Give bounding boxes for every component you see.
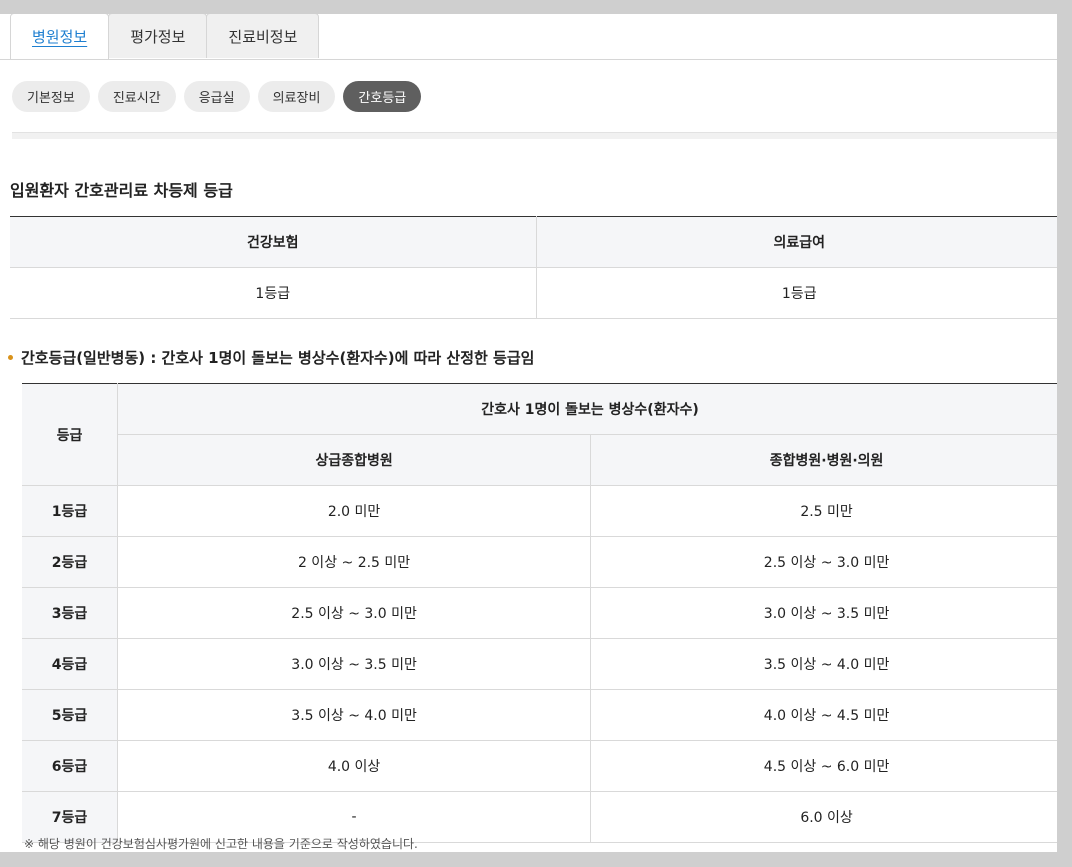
row-value-general: 2.5 이상 ~ 3.0 미만 bbox=[590, 536, 1057, 588]
main-tab-bar: 병원정보 평가정보 진료비정보 bbox=[10, 14, 320, 59]
row-value-tertiary: 3.5 이상 ~ 4.0 미만 bbox=[117, 689, 592, 741]
table-row: 5등급 3.5 이상 ~ 4.0 미만 4.0 이상 ~ 4.5 미만 bbox=[22, 689, 1057, 741]
tab-evaluation-info[interactable]: 평가정보 bbox=[108, 14, 208, 58]
table-row: 4등급 3.0 이상 ~ 3.5 미만 3.5 이상 ~ 4.0 미만 bbox=[22, 638, 1057, 690]
row-value-tertiary: 2.5 이상 ~ 3.0 미만 bbox=[117, 587, 592, 639]
row-value-general: 4.0 이상 ~ 4.5 미만 bbox=[590, 689, 1057, 741]
row-value-tertiary: 4.0 이상 bbox=[117, 740, 592, 792]
row-grade: 5등급 bbox=[22, 689, 118, 741]
tab-underline-divider bbox=[0, 59, 1057, 60]
table-row: 1등급 2.0 미만 2.5 미만 bbox=[22, 485, 1057, 537]
grade-note: 간호등급(일반병동) : 간호사 1명이 돌보는 병상수(환자수)에 따라 산정… bbox=[8, 347, 534, 368]
row-value-general: 6.0 이상 bbox=[590, 791, 1057, 843]
grade-note-text: 간호등급(일반병동) : 간호사 1명이 돌보는 병상수(환자수)에 따라 산정… bbox=[21, 349, 535, 367]
row-grade: 3등급 bbox=[22, 587, 118, 639]
section-divider bbox=[12, 132, 1057, 139]
value-medical-aid: 1등급 bbox=[535, 267, 1057, 319]
window-frame-top bbox=[0, 0, 1072, 14]
header-health-insurance: 건강보험 bbox=[10, 216, 536, 268]
content-panel: 병원정보 평가정보 진료비정보 기본정보 진료시간 응급실 의료장비 간호등급 … bbox=[0, 14, 1057, 852]
section-title: 입원환자 간호관리료 차등제 등급 bbox=[10, 181, 233, 200]
tab-hospital-info[interactable]: 병원정보 bbox=[10, 14, 110, 59]
grade-criteria-table: 등급 간호사 1명이 돌보는 병상수(환자수) 상급종합병원 종합병원·병원·의… bbox=[22, 383, 1057, 843]
subtab-emergency[interactable]: 응급실 bbox=[183, 81, 250, 112]
subtab-equipment[interactable]: 의료장비 bbox=[257, 81, 336, 112]
table-row: 3등급 2.5 이상 ~ 3.0 미만 3.0 이상 ~ 3.5 미만 bbox=[22, 587, 1057, 639]
header-grade: 등급 bbox=[22, 383, 118, 486]
subtab-nursing-grade[interactable]: 간호등급 bbox=[343, 81, 422, 112]
header-group: 간호사 1명이 돌보는 병상수(환자수) bbox=[117, 383, 1057, 435]
table-row: 2등급 2 이상 ~ 2.5 미만 2.5 이상 ~ 3.0 미만 bbox=[22, 536, 1057, 588]
row-value-general: 3.0 이상 ~ 3.5 미만 bbox=[590, 587, 1057, 639]
footnote: ※ 해당 병원이 건강보험심사평가원에 신고한 내용을 기준으로 작성하였습니다… bbox=[24, 837, 418, 851]
header-medical-aid: 의료급여 bbox=[535, 216, 1057, 268]
row-value-tertiary: 2.0 미만 bbox=[117, 485, 592, 537]
value-health-insurance: 1등급 bbox=[10, 267, 536, 319]
row-value-general: 3.5 이상 ~ 4.0 미만 bbox=[590, 638, 1057, 690]
subtab-hours[interactable]: 진료시간 bbox=[97, 81, 176, 112]
tab-cost-info[interactable]: 진료비정보 bbox=[206, 14, 320, 58]
row-grade: 6등급 bbox=[22, 740, 118, 792]
sub-tab-bar: 기본정보 진료시간 응급실 의료장비 간호등급 bbox=[12, 81, 422, 112]
row-grade: 4등급 bbox=[22, 638, 118, 690]
row-value-general: 4.5 이상 ~ 6.0 미만 bbox=[590, 740, 1057, 792]
row-value-tertiary: 3.0 이상 ~ 3.5 미만 bbox=[117, 638, 592, 690]
row-value-tertiary: 2 이상 ~ 2.5 미만 bbox=[117, 536, 592, 588]
header-tertiary-hospital: 상급종합병원 bbox=[117, 434, 592, 486]
header-general-hospital: 종합병원·병원·의원 bbox=[590, 434, 1057, 486]
bullet-icon bbox=[8, 355, 13, 360]
grade-summary-table: 건강보험 의료급여 1등급 1등급 bbox=[10, 216, 1057, 319]
row-grade: 2등급 bbox=[22, 536, 118, 588]
subtab-basic-info[interactable]: 기본정보 bbox=[12, 81, 90, 112]
row-value-general: 2.5 미만 bbox=[590, 485, 1057, 537]
table-row: 6등급 4.0 이상 4.5 이상 ~ 6.0 미만 bbox=[22, 740, 1057, 792]
row-grade: 1등급 bbox=[22, 485, 118, 537]
